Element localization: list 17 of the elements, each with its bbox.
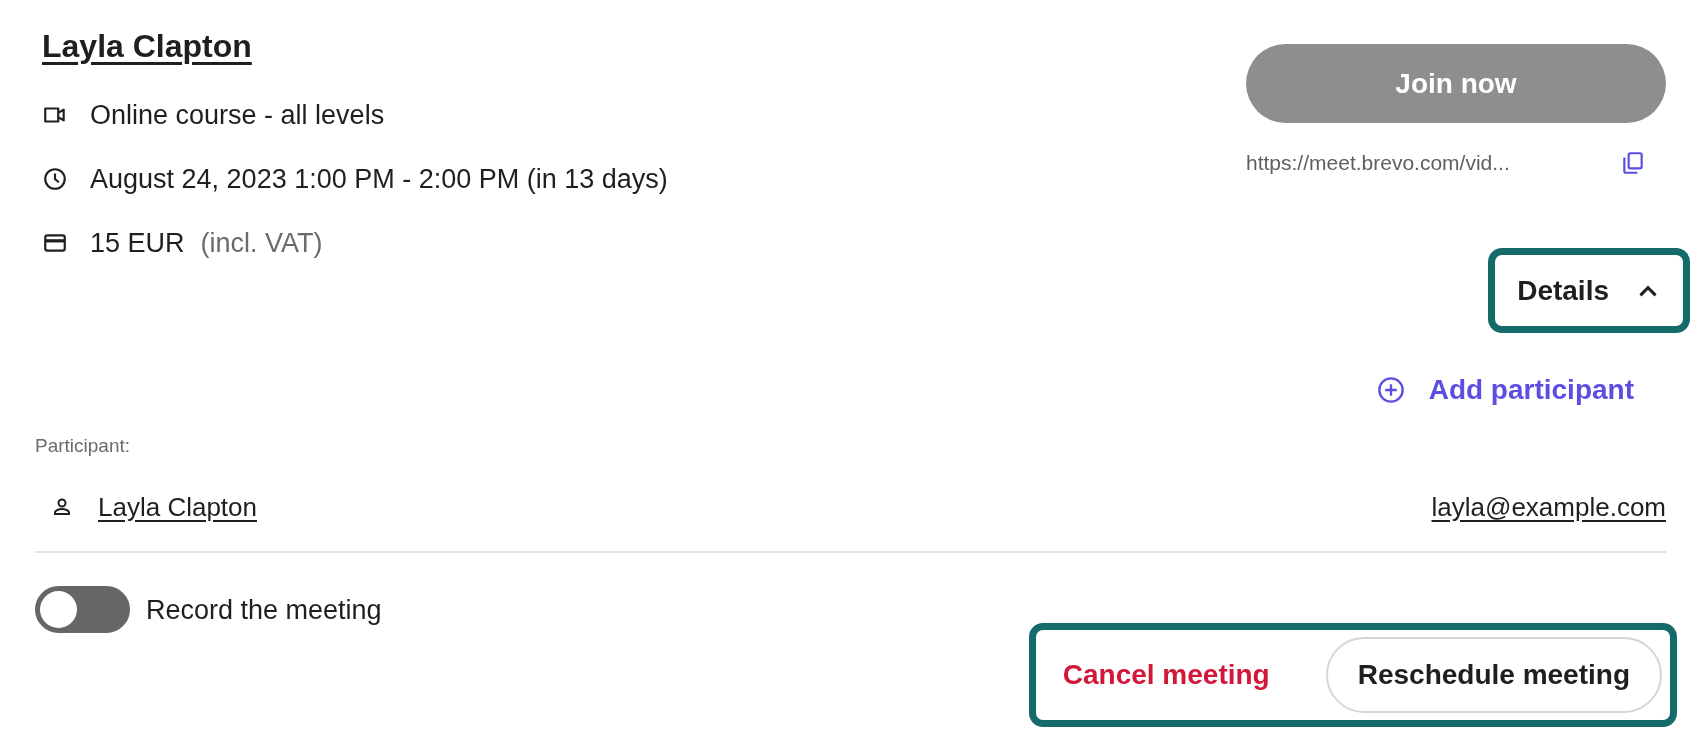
- info-text: August 24, 2023 1:00 PM - 2:00 PM (in 13 days): [90, 163, 668, 196]
- plus-circle-icon: [1376, 376, 1405, 404]
- participant-email-link[interactable]: layla@example.com: [1431, 491, 1666, 523]
- host-name-link[interactable]: Layla Clapton: [42, 24, 252, 68]
- info-text: 15 EUR: [90, 227, 185, 260]
- record-label: Record the meeting: [146, 593, 382, 627]
- details-toggle[interactable]: Details: [1488, 248, 1690, 333]
- clock-icon: [42, 166, 68, 192]
- cancel-meeting-button[interactable]: Cancel meeting: [1054, 637, 1278, 713]
- record-switch[interactable]: [35, 586, 130, 633]
- participants-label: Participant:: [35, 435, 132, 457]
- participant-name-link[interactable]: Layla Clapton: [98, 491, 257, 523]
- info-note: (incl. VAT): [200, 227, 323, 260]
- info-text: Online course - all levels: [90, 99, 385, 132]
- add-participant-button[interactable]: Add participant: [1376, 373, 1634, 407]
- reschedule-meeting-button[interactable]: Reschedule meeting: [1325, 637, 1662, 713]
- copy-icon[interactable]: [1620, 150, 1646, 176]
